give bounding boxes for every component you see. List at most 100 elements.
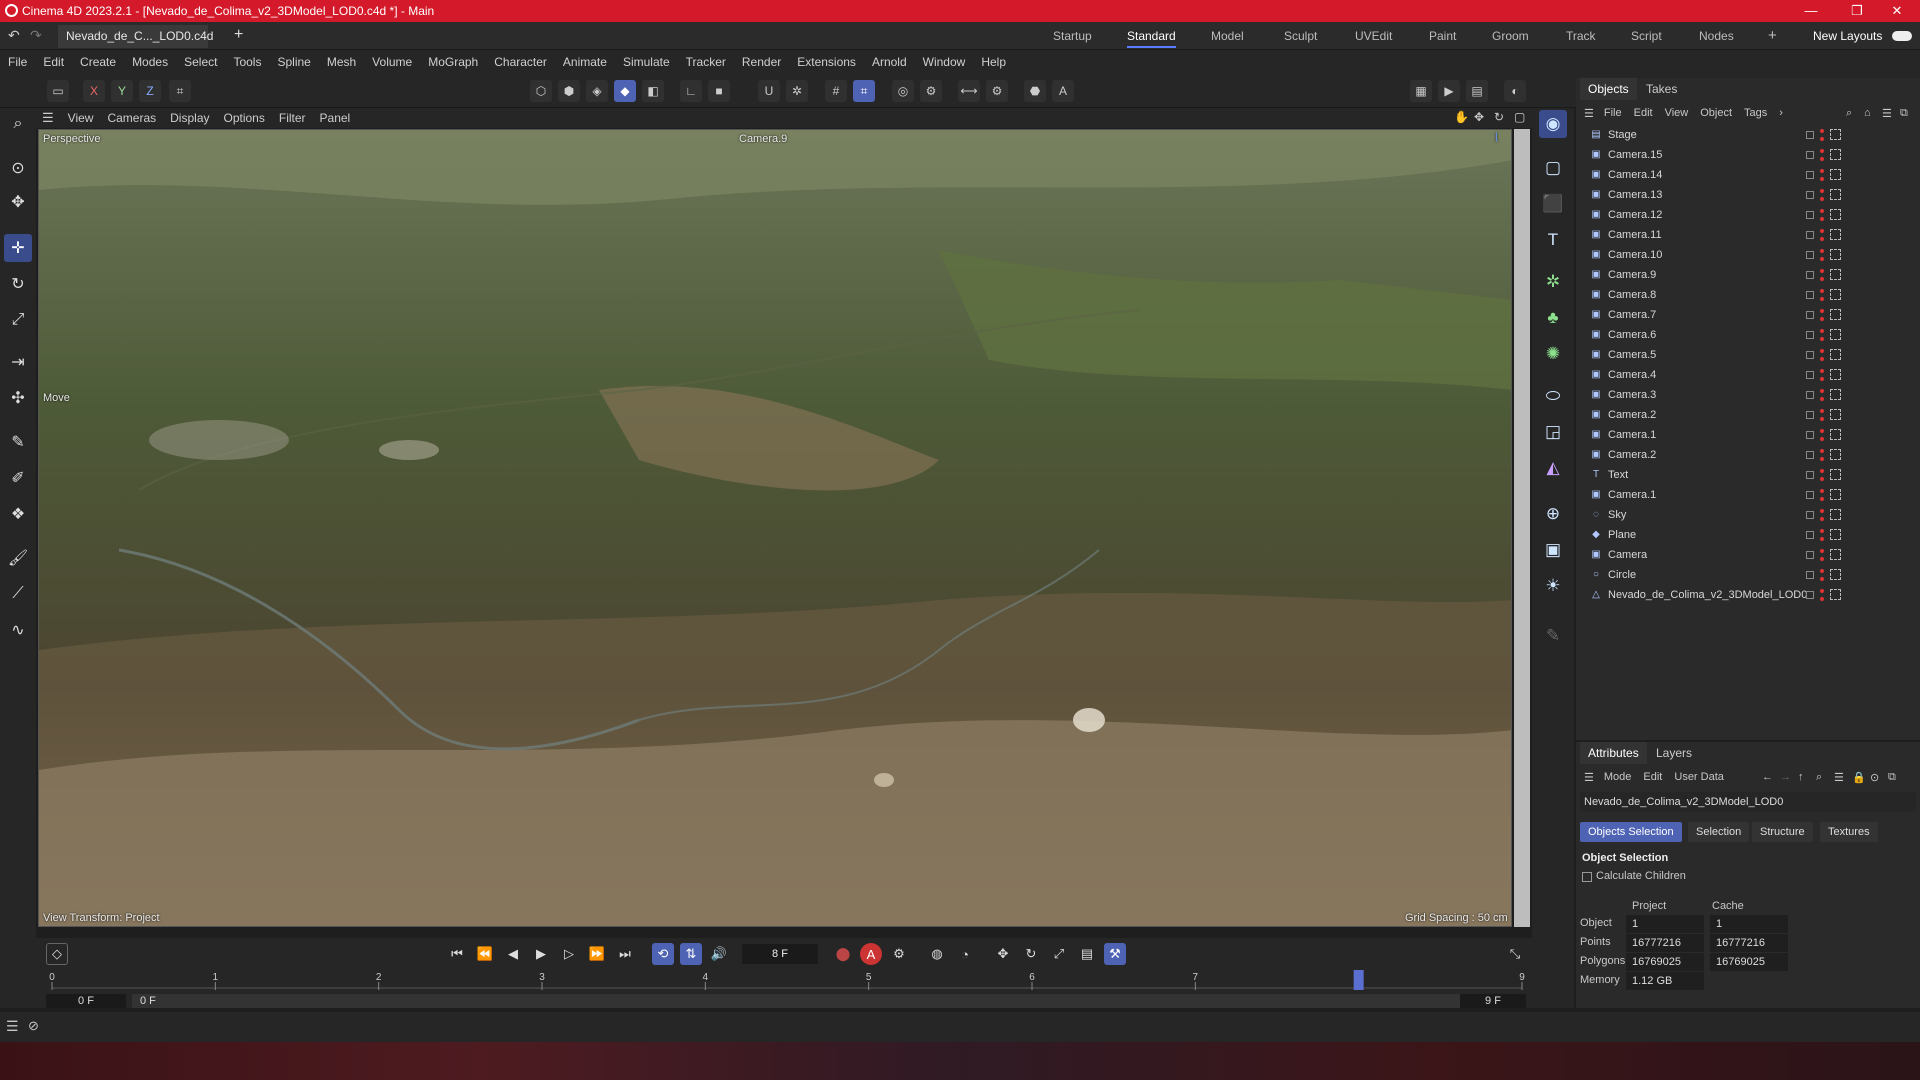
subtab-selection[interactable]: Selection bbox=[1688, 822, 1750, 842]
back-arrow-icon[interactable]: ← bbox=[1762, 771, 1773, 783]
attributes-menu-edit[interactable]: Edit bbox=[1643, 771, 1662, 783]
x-axis-lock[interactable]: X bbox=[83, 80, 105, 102]
lock-icon[interactable]: 🔒 bbox=[1852, 771, 1866, 784]
tag-icon[interactable] bbox=[1830, 449, 1841, 460]
objects-search-icon[interactable]: ⌕ bbox=[1846, 107, 1852, 120]
layout-script[interactable]: Script bbox=[1631, 22, 1662, 50]
object-row[interactable]: ▣ Camera.7 bbox=[1576, 305, 1920, 325]
tag-icon[interactable] bbox=[1830, 289, 1841, 300]
layout-sculpt[interactable]: Sculpt bbox=[1284, 22, 1317, 50]
object-row[interactable]: ◌ Sky bbox=[1576, 505, 1920, 525]
status-menu-icon[interactable]: ☰ bbox=[6, 1018, 19, 1035]
redo-icon[interactable]: ↷ bbox=[30, 27, 42, 44]
render-visibility-dot[interactable] bbox=[1820, 257, 1824, 261]
tag-icon[interactable] bbox=[1830, 429, 1841, 440]
tweak-tool-icon[interactable]: ✥ bbox=[4, 188, 32, 216]
layout-nodes[interactable]: Nodes bbox=[1699, 22, 1734, 50]
go-to-start-icon[interactable]: ⏮ bbox=[446, 943, 468, 965]
next-frame-icon[interactable]: ▷ bbox=[558, 943, 580, 965]
render-visibility-dot[interactable] bbox=[1820, 377, 1824, 381]
tag-icon[interactable] bbox=[1830, 209, 1841, 220]
object-row[interactable]: ▣ Camera.13 bbox=[1576, 185, 1920, 205]
objects-menu-edit[interactable]: Edit bbox=[1634, 107, 1653, 119]
viewport-menu-options[interactable]: Options bbox=[224, 111, 265, 125]
editor-visibility-dot[interactable] bbox=[1820, 589, 1824, 593]
layout-track[interactable]: Track bbox=[1566, 22, 1596, 50]
layer-checkbox[interactable] bbox=[1806, 171, 1814, 179]
add-layout-icon[interactable]: + bbox=[1768, 22, 1777, 50]
minimize-button[interactable]: — bbox=[1788, 0, 1834, 22]
tag-icon[interactable] bbox=[1830, 349, 1841, 360]
render-visibility-dot[interactable] bbox=[1820, 357, 1824, 361]
play-icon[interactable]: ▶ bbox=[530, 943, 552, 965]
menu-mesh[interactable]: Mesh bbox=[327, 55, 356, 69]
layer-checkbox[interactable] bbox=[1806, 151, 1814, 159]
render-visibility-dot[interactable] bbox=[1820, 537, 1824, 541]
spline-pen-icon[interactable]: ✎ bbox=[4, 428, 32, 456]
forward-arrow-icon[interactable]: → bbox=[1780, 771, 1791, 783]
editor-visibility-dot[interactable] bbox=[1820, 389, 1824, 393]
workplane-icon[interactable]: # bbox=[825, 80, 847, 102]
editor-visibility-dot[interactable] bbox=[1820, 269, 1824, 273]
tag-icon[interactable] bbox=[1830, 389, 1841, 400]
menu-create[interactable]: Create bbox=[80, 55, 116, 69]
tag-icon[interactable] bbox=[1830, 229, 1841, 240]
menu-arnold[interactable]: Arnold bbox=[872, 55, 907, 69]
object-row[interactable]: ▣ Camera.1 bbox=[1576, 425, 1920, 445]
end-frame-field[interactable]: 9 F bbox=[1460, 994, 1526, 1008]
object-row[interactable]: ▣ Camera bbox=[1576, 545, 1920, 565]
new-tab-button[interactable]: + bbox=[234, 26, 243, 44]
layout-groom[interactable]: Groom bbox=[1492, 22, 1529, 50]
tag-icon[interactable] bbox=[1830, 329, 1841, 340]
axis-mode-icon[interactable]: ∟ bbox=[680, 80, 702, 102]
layer-checkbox[interactable] bbox=[1806, 291, 1814, 299]
uv-mode-icon[interactable]: ◧ bbox=[642, 80, 664, 102]
object-row[interactable]: ▣ Camera.10 bbox=[1576, 245, 1920, 265]
viewport-dolly-icon[interactable]: ✥ bbox=[1474, 110, 1484, 124]
transfer-tool-icon[interactable]: ⇥ bbox=[4, 348, 32, 376]
viewport-maximize-icon[interactable]: ▢ bbox=[1514, 110, 1525, 124]
tab-objects[interactable]: Objects bbox=[1580, 78, 1637, 100]
layer-checkbox[interactable] bbox=[1806, 511, 1814, 519]
object-row[interactable]: ▣ Camera.11 bbox=[1576, 225, 1920, 245]
sculpt-brush-icon[interactable]: ✎ bbox=[1539, 622, 1567, 650]
paint-brush-icon[interactable]: 🖌 bbox=[4, 544, 32, 572]
text-object-icon[interactable]: T bbox=[1539, 226, 1567, 254]
viewport-menu-cameras[interactable]: Cameras bbox=[107, 111, 156, 125]
start-frame-field[interactable]: 0 F bbox=[46, 994, 126, 1008]
editor-visibility-dot[interactable] bbox=[1820, 189, 1824, 193]
motion-record-icon[interactable]: ◔ bbox=[954, 943, 976, 965]
render-visibility-dot[interactable] bbox=[1820, 517, 1824, 521]
layout-startup[interactable]: Startup bbox=[1053, 22, 1092, 50]
tag-icon[interactable] bbox=[1830, 489, 1841, 500]
tag-icon[interactable] bbox=[1830, 249, 1841, 260]
current-frame-field[interactable]: 8 F bbox=[742, 944, 818, 964]
object-row[interactable]: △ Nevado_de_Colima_v2_3DModel_LOD0 bbox=[1576, 585, 1920, 605]
menu-mograph[interactable]: MoGraph bbox=[428, 55, 478, 69]
select-tool-icon[interactable]: ⊙ bbox=[4, 154, 32, 182]
render-visibility-dot[interactable] bbox=[1820, 177, 1824, 181]
menu-select[interactable]: Select bbox=[184, 55, 217, 69]
tab-takes[interactable]: Takes bbox=[1646, 78, 1677, 100]
render-visibility-dot[interactable] bbox=[1820, 397, 1824, 401]
tag-icon[interactable] bbox=[1830, 569, 1841, 580]
viewport-menu-panel[interactable]: Panel bbox=[320, 111, 351, 125]
layer-checkbox[interactable] bbox=[1806, 271, 1814, 279]
object-row[interactable]: ▣ Camera.6 bbox=[1576, 325, 1920, 345]
object-row[interactable]: ▣ Camera.2 bbox=[1576, 445, 1920, 465]
object-row[interactable]: ▤ Stage bbox=[1576, 125, 1920, 145]
tag-icon[interactable] bbox=[1830, 589, 1841, 600]
menu-extensions[interactable]: Extensions bbox=[797, 55, 856, 69]
close-window-button[interactable]: ✕ bbox=[1874, 0, 1920, 22]
editor-visibility-dot[interactable] bbox=[1820, 289, 1824, 293]
render-visibility-dot[interactable] bbox=[1820, 217, 1824, 221]
up-arrow-icon[interactable]: ↑ bbox=[1798, 771, 1804, 783]
viewport-menu-view[interactable]: View bbox=[68, 111, 94, 125]
menu-character[interactable]: Character bbox=[494, 55, 547, 69]
menu-spline[interactable]: Spline bbox=[277, 55, 310, 69]
attributes-settings-icon[interactable]: ⊙ bbox=[1870, 771, 1879, 784]
undo-icon[interactable]: ↶ bbox=[8, 27, 20, 44]
key-settings-icon[interactable]: ⚙ bbox=[888, 943, 910, 965]
loop-icon[interactable]: ⟲ bbox=[652, 943, 674, 965]
render-visibility-dot[interactable] bbox=[1820, 137, 1824, 141]
